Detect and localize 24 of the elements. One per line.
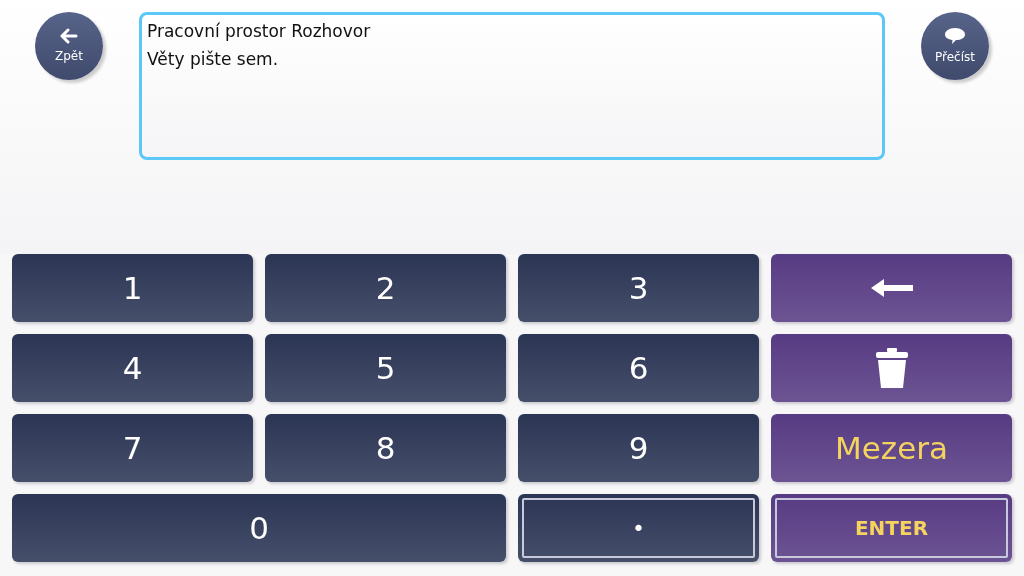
digit-key[interactable]: 0 <box>12 494 506 562</box>
speech-bubble-icon <box>944 26 966 45</box>
trash-icon <box>875 348 908 388</box>
digit-key[interactable]: 2 <box>265 254 506 322</box>
digit-key[interactable]: 9 <box>518 414 759 482</box>
digit-key[interactable]: 7 <box>12 414 253 482</box>
space-key[interactable]: Mezera <box>771 414 1012 482</box>
clear-key[interactable] <box>771 334 1012 402</box>
back-button[interactable]: Zpět <box>35 12 103 80</box>
digit-key[interactable]: 3 <box>518 254 759 322</box>
enter-key[interactable]: ENTER <box>771 494 1012 562</box>
backspace-arrow-icon <box>870 279 913 297</box>
dot-key[interactable]: • <box>518 494 759 562</box>
back-arrow-icon <box>60 27 78 44</box>
digit-key[interactable]: 8 <box>265 414 506 482</box>
digit-key[interactable]: 4 <box>12 334 253 402</box>
digit-key[interactable]: 6 <box>518 334 759 402</box>
digit-key[interactable]: 1 <box>12 254 253 322</box>
digit-key[interactable]: 5 <box>265 334 506 402</box>
workspace-title: Pracovní prostor Rozhovor <box>147 21 372 42</box>
text-area[interactable]: Pracovní prostor Rozhovor Věty pište sem. <box>139 12 885 160</box>
read-button[interactable]: Přečíst <box>921 12 989 80</box>
backspace-key[interactable] <box>771 254 1012 322</box>
placeholder-text: Věty pište sem. <box>147 49 280 70</box>
